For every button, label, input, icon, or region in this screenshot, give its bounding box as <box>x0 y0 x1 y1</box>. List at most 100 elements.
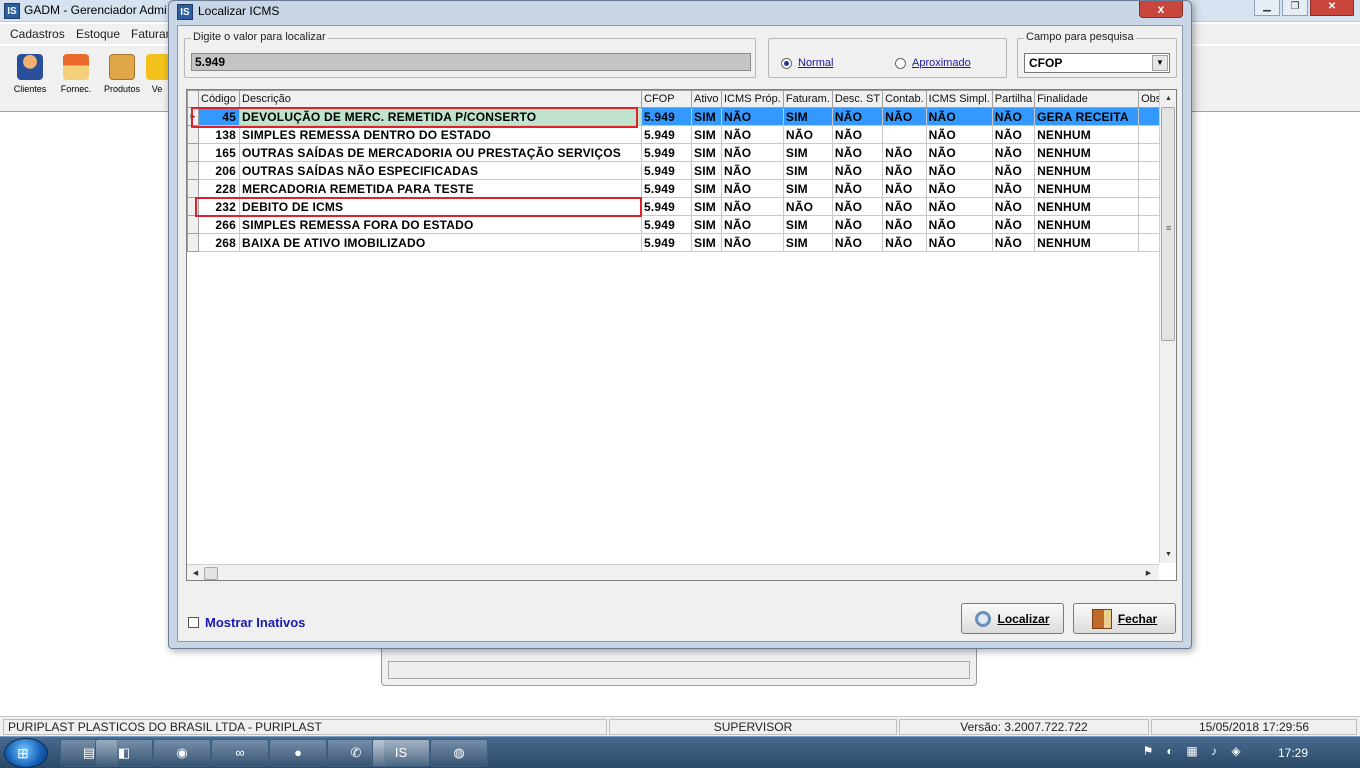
table-cell[interactable]: SIM <box>691 179 722 198</box>
table-cell[interactable]: SIM <box>691 197 722 216</box>
toolbar-produtos[interactable]: Produtos <box>100 54 144 94</box>
table-cell[interactable]: MERCADORIA REMETIDA PARA TESTE <box>239 179 642 198</box>
table-row[interactable]: ▸ 45 DEVOLUÇÃO DE MERC. REMETIDA P/CONSERT… <box>187 107 1171 126</box>
table-cell[interactable]: NÃO <box>991 107 1036 126</box>
table-cell[interactable]: NÃO <box>882 143 927 162</box>
toolbar-vendas[interactable]: Ve <box>146 54 168 94</box>
table-cell[interactable]: 138 <box>198 125 240 144</box>
taskbar-gadm[interactable]: IS <box>372 739 430 767</box>
table-row[interactable]: 268 BAIXA DE ATIVO IMOBILIZADO 5.949 SIM NÃO… <box>187 233 1171 252</box>
scroll-left-icon[interactable]: ◀ <box>188 566 203 580</box>
table-row[interactable]: 206 OUTRAS SAÍDAS NÃO ESPECIFICADAS 5.949 S… <box>187 161 1171 180</box>
table-cell[interactable]: OUTRAS SAÍDAS DE MERCADORIA OU PRESTAÇÃO… <box>239 143 642 162</box>
column-header[interactable]: Finalidade <box>1034 90 1140 108</box>
scroll-down-icon[interactable]: ▼ <box>1161 547 1176 562</box>
table-cell[interactable]: DEVOLUÇÃO DE MERC. REMETIDA P/CONSERTO <box>239 107 642 126</box>
table-cell[interactable]: 266 <box>198 215 240 234</box>
table-cell[interactable]: GERA RECEITA <box>1034 107 1140 126</box>
table-cell[interactable]: NENHUM <box>1034 125 1140 144</box>
table-row[interactable]: 228 MERCADORIA REMETIDA PARA TESTE 5.949 SI… <box>187 179 1171 198</box>
taskbar-chrome[interactable]: ◉ <box>153 739 211 767</box>
table-cell[interactable]: SIM <box>782 179 833 198</box>
table-cell[interactable]: NÃO <box>831 143 884 162</box>
table-cell[interactable]: SIM <box>691 125 722 144</box>
toolbar-fornecedores[interactable]: Fornec. <box>54 54 98 94</box>
table-cell[interactable]: NÃO <box>991 143 1036 162</box>
table-row[interactable]: 138 SIMPLES REMESSA DENTRO DO ESTADO 5.949… <box>187 125 1171 144</box>
table-cell[interactable]: NÃO <box>721 197 784 216</box>
table-cell[interactable]: NENHUM <box>1034 161 1140 180</box>
table-cell[interactable]: 5.949 <box>641 107 692 126</box>
table-cell[interactable]: NÃO <box>721 179 784 198</box>
column-header[interactable]: Código <box>198 90 240 108</box>
radio-normal[interactable]: Normal <box>781 57 833 69</box>
table-cell[interactable]: NENHUM <box>1034 197 1140 216</box>
maximize-button[interactable]: ❐ <box>1282 0 1308 16</box>
table-cell[interactable]: DEBITO DE ICMS <box>239 197 642 216</box>
table-cell[interactable]: BAIXA DE ATIVO IMOBILIZADO <box>239 233 642 252</box>
table-cell[interactable]: SIMPLES REMESSA FORA DO ESTADO <box>239 215 642 234</box>
table-cell[interactable]: 5.949 <box>641 197 692 216</box>
table-cell[interactable]: SIM <box>691 233 722 252</box>
table-cell[interactable]: NÃO <box>991 161 1036 180</box>
table-cell[interactable]: SIM <box>782 215 833 234</box>
table-cell[interactable]: NÃO <box>991 197 1036 216</box>
table-cell[interactable]: NÃO <box>882 161 927 180</box>
table-row[interactable]: 165 OUTRAS SAÍDAS DE MERCADORIA OU PRESTA… <box>187 143 1171 162</box>
row-indicator[interactable] <box>187 161 199 180</box>
table-cell[interactable]: NÃO <box>831 215 884 234</box>
table-cell[interactable]: NÃO <box>721 161 784 180</box>
table-cell[interactable]: OUTRAS SAÍDAS NÃO ESPECIFICADAS <box>239 161 642 180</box>
table-cell[interactable]: NENHUM <box>1034 233 1140 252</box>
column-header[interactable]: ICMS Simpl. <box>925 90 993 108</box>
taskbar-app-4[interactable]: ∞ <box>211 739 269 767</box>
table-row[interactable]: 232 DEBITO DE ICMS 5.949 SIM NÃO NÃO NÃO NÃO NÃO… <box>187 197 1171 216</box>
table-cell[interactable]: 5.949 <box>641 125 692 144</box>
table-cell[interactable]: SIM <box>782 233 833 252</box>
table-cell[interactable]: NÃO <box>782 197 833 216</box>
scroll-right-icon[interactable]: ▶ <box>1141 566 1156 580</box>
table-cell[interactable]: 5.949 <box>641 179 692 198</box>
search-input[interactable] <box>191 53 751 71</box>
row-indicator[interactable] <box>187 197 199 216</box>
table-cell[interactable]: NÃO <box>925 197 993 216</box>
column-header[interactable]: Partilha <box>991 90 1036 108</box>
table-cell[interactable]: SIM <box>782 143 833 162</box>
row-indicator[interactable] <box>187 179 199 198</box>
table-cell[interactable]: SIM <box>691 215 722 234</box>
table-cell[interactable]: NÃO <box>831 161 884 180</box>
table-cell[interactable]: SIM <box>691 107 722 126</box>
table-cell[interactable]: NÃO <box>882 233 927 252</box>
table-cell[interactable]: 206 <box>198 161 240 180</box>
table-cell[interactable]: 268 <box>198 233 240 252</box>
table-cell[interactable]: 232 <box>198 197 240 216</box>
fechar-button[interactable]: Fechar <box>1073 603 1176 634</box>
column-header[interactable]: Descrição <box>239 90 642 108</box>
table-cell[interactable]: SIM <box>691 143 722 162</box>
table-cell[interactable]: NÃO <box>925 161 993 180</box>
table-cell[interactable]: NÃO <box>831 107 884 126</box>
table-cell[interactable]: NÃO <box>721 125 784 144</box>
close-button[interactable]: ✕ <box>1310 0 1354 16</box>
table-cell[interactable]: NÃO <box>925 107 993 126</box>
network-tray-icon[interactable]: ▦ <box>1184 743 1200 759</box>
table-cell[interactable]: NÃO <box>925 233 993 252</box>
grid-horizontal-scrollbar[interactable]: ◀ ▶ <box>187 564 1159 580</box>
grid-vertical-scrollbar[interactable]: ▲ ≡ ▼ <box>1159 90 1176 563</box>
table-cell[interactable]: NÃO <box>831 197 884 216</box>
dialog-close-button[interactable]: x <box>1139 1 1183 18</box>
show-inactive-box[interactable] <box>188 617 199 628</box>
vertical-scroll-thumb[interactable]: ≡ <box>1161 107 1175 341</box>
taskbar-app-5[interactable]: ● <box>269 739 327 767</box>
table-cell[interactable]: NÃO <box>782 125 833 144</box>
table-cell[interactable]: NÃO <box>882 197 927 216</box>
table-cell[interactable]: NÃO <box>925 143 993 162</box>
table-cell[interactable]: SIM <box>782 161 833 180</box>
horizontal-scroll-thumb[interactable] <box>204 567 218 580</box>
column-header[interactable]: CFOP <box>641 90 692 108</box>
dialog-titlebar[interactable]: IS Localizar ICMS x <box>169 1 1191 23</box>
table-cell[interactable]: 228 <box>198 179 240 198</box>
table-cell[interactable]: NÃO <box>831 125 884 144</box>
taskbar-app-2[interactable]: ◧ <box>95 739 153 767</box>
show-inactive-checkbox[interactable]: Mostrar Inativos <box>188 615 305 630</box>
